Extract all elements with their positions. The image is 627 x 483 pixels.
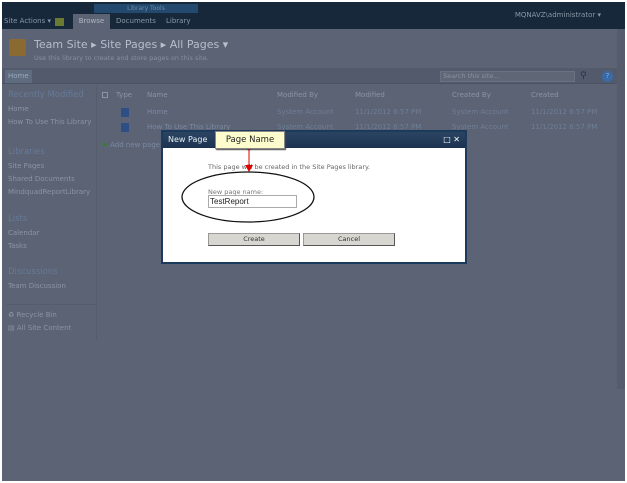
recycle-bin-label: Recycle Bin [16, 311, 57, 319]
nav-heading-discussions[interactable]: Discussions [8, 267, 58, 277]
new-page-dialog: New Page □ ✕ This page will be created i… [161, 130, 467, 264]
site-logo-icon [9, 39, 26, 56]
create-button[interactable]: Create [208, 233, 300, 246]
nav-home[interactable]: Home [5, 70, 32, 83]
column-type[interactable]: Type [116, 91, 132, 99]
nav-item[interactable]: Shared Documents [8, 175, 75, 183]
add-new-page-link[interactable]: ✚ Add new page [102, 141, 160, 149]
divider [6, 304, 96, 305]
search-input[interactable]: Search this site... [440, 71, 575, 82]
column-created-by[interactable]: Created By [452, 91, 491, 99]
tab-library[interactable]: Library [166, 15, 190, 28]
maximize-icon[interactable]: □ [443, 135, 451, 144]
page-icon [121, 123, 129, 132]
row-name[interactable]: Home [147, 108, 168, 116]
dialog-title: New Page [163, 132, 465, 148]
add-new-page-label: Add new page [110, 141, 161, 149]
column-name[interactable]: Name [147, 91, 168, 99]
nav-item[interactable]: Home [8, 105, 29, 113]
column-modified[interactable]: Modified [355, 91, 385, 99]
row-created: 11/1/2012 6:57 PM [531, 108, 598, 116]
search-icon[interactable]: ⚲ [580, 71, 587, 81]
dialog-message: This page will be created in the Site Pa… [208, 163, 370, 171]
column-created[interactable]: Created [531, 91, 559, 99]
all-site-content-label: All Site Content [16, 324, 72, 332]
user-menu[interactable]: MQNAVZ\administrator ▾ [515, 11, 601, 19]
row-created: 11/1/2012 6:57 PM [531, 123, 598, 131]
nav-item[interactable]: How To Use This Library [8, 118, 91, 126]
page-icon [121, 108, 129, 117]
nav-heading-lists[interactable]: Lists [8, 214, 27, 224]
page-name-callout: Page Name [215, 131, 285, 149]
edit-page-icon[interactable] [55, 18, 64, 26]
page-description: Use this library to create and store pag… [34, 54, 209, 62]
close-icon[interactable]: ✕ [453, 135, 460, 144]
page-name-input[interactable]: TestReport [208, 195, 297, 208]
select-all-checkbox[interactable] [102, 92, 108, 98]
nav-item[interactable]: Site Pages [8, 162, 44, 170]
cancel-button[interactable]: Cancel [303, 233, 395, 246]
row-modified: 11/1/2012 6:57 PM [355, 108, 422, 116]
site-actions-menu[interactable]: Site Actions ▾ [4, 15, 51, 28]
dialog-controls: □ ✕ [443, 132, 460, 148]
row-created-by[interactable]: System Account [452, 108, 509, 116]
breadcrumb[interactable]: Team Site ▸ Site Pages ▸ All Pages ▾ [34, 38, 228, 51]
nav-item[interactable]: Tasks [8, 242, 27, 250]
add-icon: ✚ [102, 141, 108, 149]
recycle-bin-link[interactable]: ♻ Recycle Bin [8, 311, 57, 319]
row-modified-by[interactable]: System Account [277, 108, 334, 116]
tab-documents[interactable]: Documents [116, 15, 156, 28]
column-modified-by[interactable]: Modified By [277, 91, 318, 99]
nav-item[interactable]: Calendar [8, 229, 39, 237]
nav-heading-recent[interactable]: Recently Modified [8, 90, 84, 100]
all-site-content-link[interactable]: ▤ All Site Content [8, 324, 71, 332]
nav-item[interactable]: Team Discussion [8, 282, 66, 290]
library-tools-label: Library Tools [94, 4, 198, 13]
ribbon: Library Tools Site Actions ▾ Browse Docu… [2, 2, 625, 29]
tab-browse[interactable]: Browse [73, 14, 110, 29]
nav-heading-libraries[interactable]: Libraries [8, 147, 45, 157]
help-icon[interactable]: ? [602, 71, 613, 82]
nav-item[interactable]: MindquadReportLibrary [8, 188, 90, 196]
scrollbar[interactable] [617, 29, 625, 389]
